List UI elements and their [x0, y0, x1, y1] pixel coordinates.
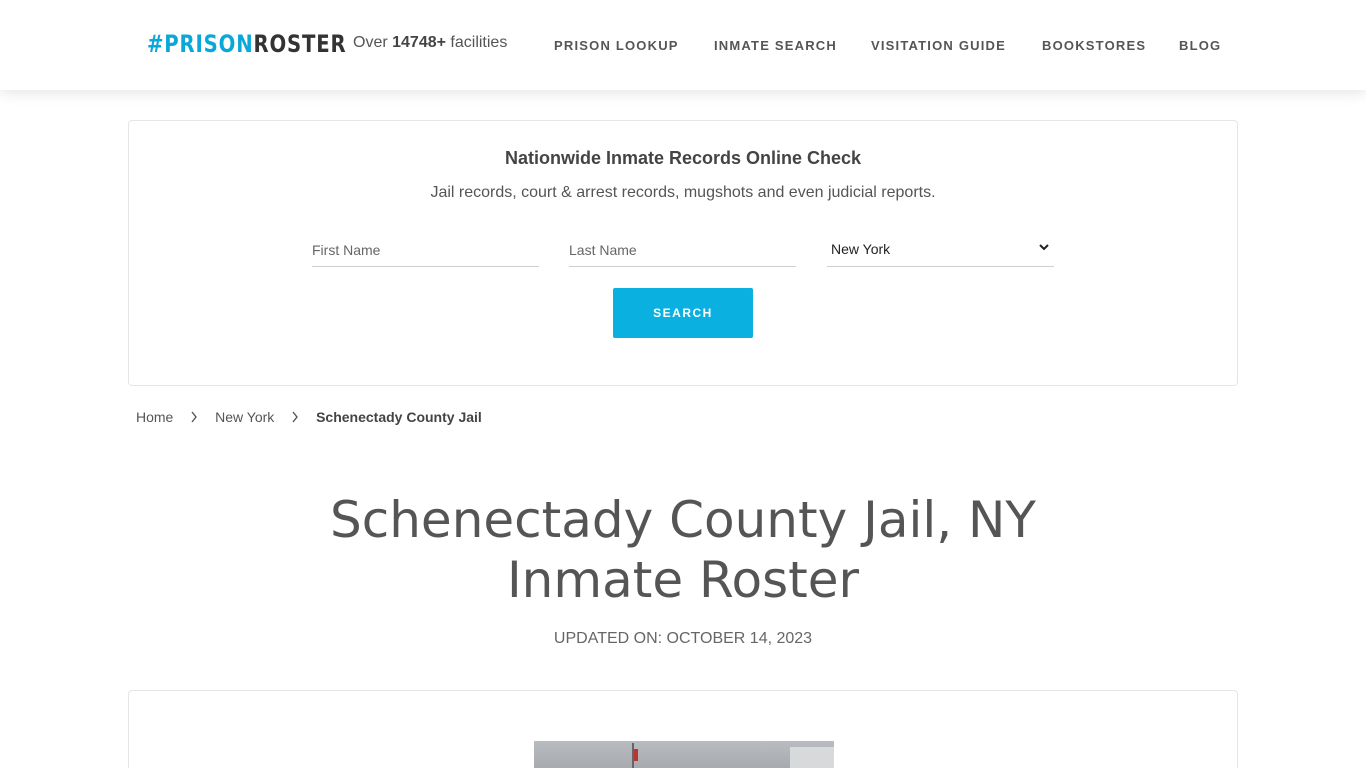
facility-photo: [534, 741, 834, 768]
page-title-line1: Schenectady County Jail, NY: [330, 491, 1036, 549]
page-title: Schenectady County Jail, NY Inmate Roste…: [283, 490, 1083, 610]
facilities-count: 14748+: [392, 34, 446, 51]
logo-roster: ROSTER: [253, 30, 347, 58]
chevron-right-icon: [191, 411, 198, 423]
state-select[interactable]: New York: [827, 233, 1054, 267]
facility-photo-card: [128, 690, 1238, 768]
nav-visitation-guide[interactable]: VISITATION GUIDE: [871, 38, 1006, 53]
logo-prison: PRISON: [164, 30, 254, 58]
page-title-line2: Inmate Roster: [506, 551, 860, 609]
inmate-search-card: Nationwide Inmate Records Online Check J…: [128, 120, 1238, 386]
facilities-count-text: Over 14748+ facilities: [353, 34, 507, 52]
chevron-right-icon: [292, 411, 299, 423]
breadcrumb-state[interactable]: New York: [215, 409, 274, 425]
nav-bookstores[interactable]: BOOKSTORES: [1042, 38, 1146, 53]
flag: [634, 749, 638, 761]
nav-prison-lookup[interactable]: PRISON LOOKUP: [554, 38, 679, 53]
nav-inmate-search[interactable]: INMATE SEARCH: [714, 38, 837, 53]
search-card-subtitle: Jail records, court & arrest records, mu…: [430, 184, 936, 201]
site-logo[interactable]: #PRISONROSTER: [147, 29, 347, 59]
state-select-value: New York: [831, 241, 891, 257]
nav-blog[interactable]: BLOG: [1179, 38, 1221, 53]
facilities-prefix: Over: [353, 34, 393, 51]
chevron-down-icon: [1039, 244, 1049, 251]
search-button[interactable]: SEARCH: [613, 288, 753, 338]
breadcrumb-current: Schenectady County Jail: [316, 409, 482, 425]
breadcrumb: Home New York Schenectady County Jail: [136, 409, 482, 425]
facilities-suffix: facilities: [445, 34, 508, 51]
site-header: #PRISONROSTER Over 14748+ facilities PRI…: [0, 0, 1366, 90]
logo-hash: #: [147, 30, 165, 58]
breadcrumb-home[interactable]: Home: [136, 409, 173, 425]
first-name-input[interactable]: [312, 233, 539, 267]
building: [790, 747, 834, 768]
search-card-title: Nationwide Inmate Records Online Check: [504, 148, 862, 168]
updated-date: UPDATED ON: OCTOBER 14, 2023: [553, 630, 813, 647]
last-name-input[interactable]: [569, 233, 796, 267]
